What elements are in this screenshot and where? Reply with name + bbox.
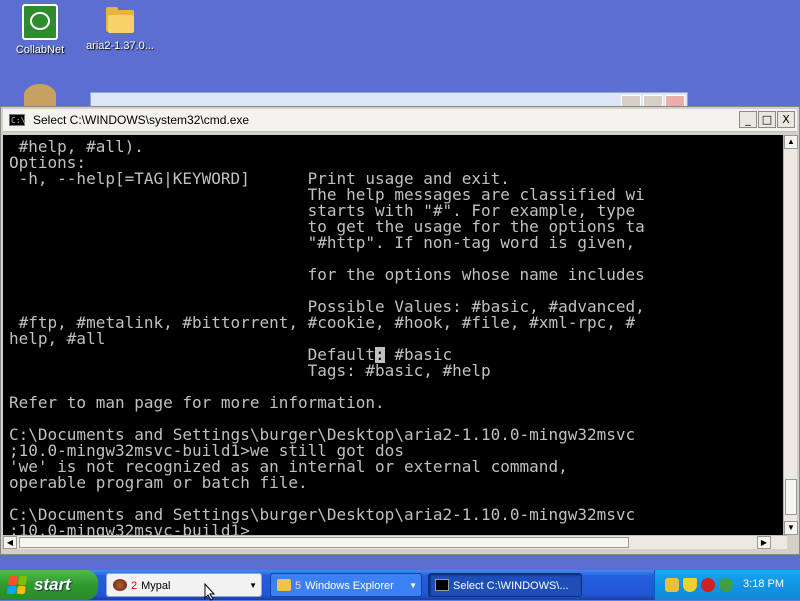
console-line: for the options whose name includes (9, 265, 645, 284)
horizontal-scrollbar[interactable]: ◀ ▶ (3, 535, 787, 549)
console-line: operable program or batch file. (9, 473, 308, 492)
taskbar-item-mypal[interactable]: 2 Mypal ▼ (106, 573, 262, 597)
clock[interactable]: 3:18 PM (743, 578, 784, 590)
console-line: "#http". If non-tag word is given, (9, 233, 645, 252)
security-alert-icon[interactable] (701, 578, 715, 592)
desktop-icon-aria2-folder[interactable]: aria2-1.37.0... (80, 4, 160, 52)
system-tray: 3:18 PM (654, 570, 800, 600)
cmd-titlebar[interactable]: C:\ Select C:\WINDOWS\system32\cmd.exe _… (3, 109, 797, 132)
task-count: 2 (131, 580, 138, 592)
windows-logo-icon (6, 576, 28, 594)
close-button[interactable]: X (777, 111, 795, 128)
desktop-icon-label: CollabNet (15, 44, 65, 56)
cmd-icon[interactable]: C:\ (9, 114, 25, 126)
dropdown-arrow-icon: ▼ (249, 581, 257, 590)
scroll-up-arrow-icon[interactable]: ▲ (784, 135, 798, 149)
cmd-window: C:\ Select C:\WINDOWS\system32\cmd.exe _… (0, 106, 800, 555)
minimize-button[interactable]: _ (739, 111, 757, 128)
vertical-scrollbar[interactable]: ▲ ▼ (783, 135, 798, 535)
folder-icon (277, 579, 291, 591)
scroll-right-arrow-icon[interactable]: ▶ (757, 536, 771, 549)
console-line: ;10.0-mingw32msvc-build1> (9, 521, 250, 536)
scroll-down-arrow-icon[interactable]: ▼ (784, 521, 798, 535)
console-line: Refer to man page for more information. (9, 393, 385, 412)
dropdown-arrow-icon: ▼ (409, 581, 417, 590)
start-button[interactable]: start (0, 570, 98, 600)
start-label: start (34, 575, 71, 594)
partial-desktop-icon[interactable] (24, 84, 56, 106)
network-icon[interactable] (665, 578, 679, 592)
taskbar: start 2 Mypal ▼ 5 Windows Explorer ▼ Selec… (0, 570, 800, 600)
horizontal-scroll-thumb[interactable] (19, 537, 629, 548)
console-line: Tags: #basic, #help (9, 361, 491, 380)
vertical-scroll-thumb[interactable] (785, 479, 797, 515)
desktop-icon-label: aria2-1.37.0... (86, 40, 154, 52)
cmd-icon (435, 579, 449, 591)
sync-icon[interactable] (719, 578, 733, 592)
scroll-left-arrow-icon[interactable]: ◀ (3, 536, 17, 549)
task-label: Mypal (141, 580, 171, 592)
task-count: 5 (295, 580, 302, 592)
maximize-button[interactable]: □ (758, 111, 776, 128)
taskbar-item-windows-explorer[interactable]: 5 Windows Explorer ▼ (270, 573, 422, 597)
taskbar-item-cmd[interactable]: Select C:\WINDOWS\... (428, 573, 582, 597)
desktop-icon-collabnet[interactable]: CollabNet (0, 4, 80, 56)
console-output[interactable]: #help, #all). Options: -h, --help[=TAG|K… (3, 135, 785, 535)
task-label: Select C:\WINDOWS\... (453, 580, 569, 592)
mypal-icon (113, 579, 127, 591)
collabnet-icon (22, 4, 58, 40)
folder-icon (104, 4, 136, 36)
shield-icon[interactable] (683, 578, 697, 592)
console-text[interactable]: #help, #all). Options: -h, --help[=TAG|K… (3, 135, 785, 536)
task-label: Windows Explorer (305, 580, 394, 592)
window-title: Select C:\WINDOWS\system32\cmd.exe (33, 113, 250, 127)
